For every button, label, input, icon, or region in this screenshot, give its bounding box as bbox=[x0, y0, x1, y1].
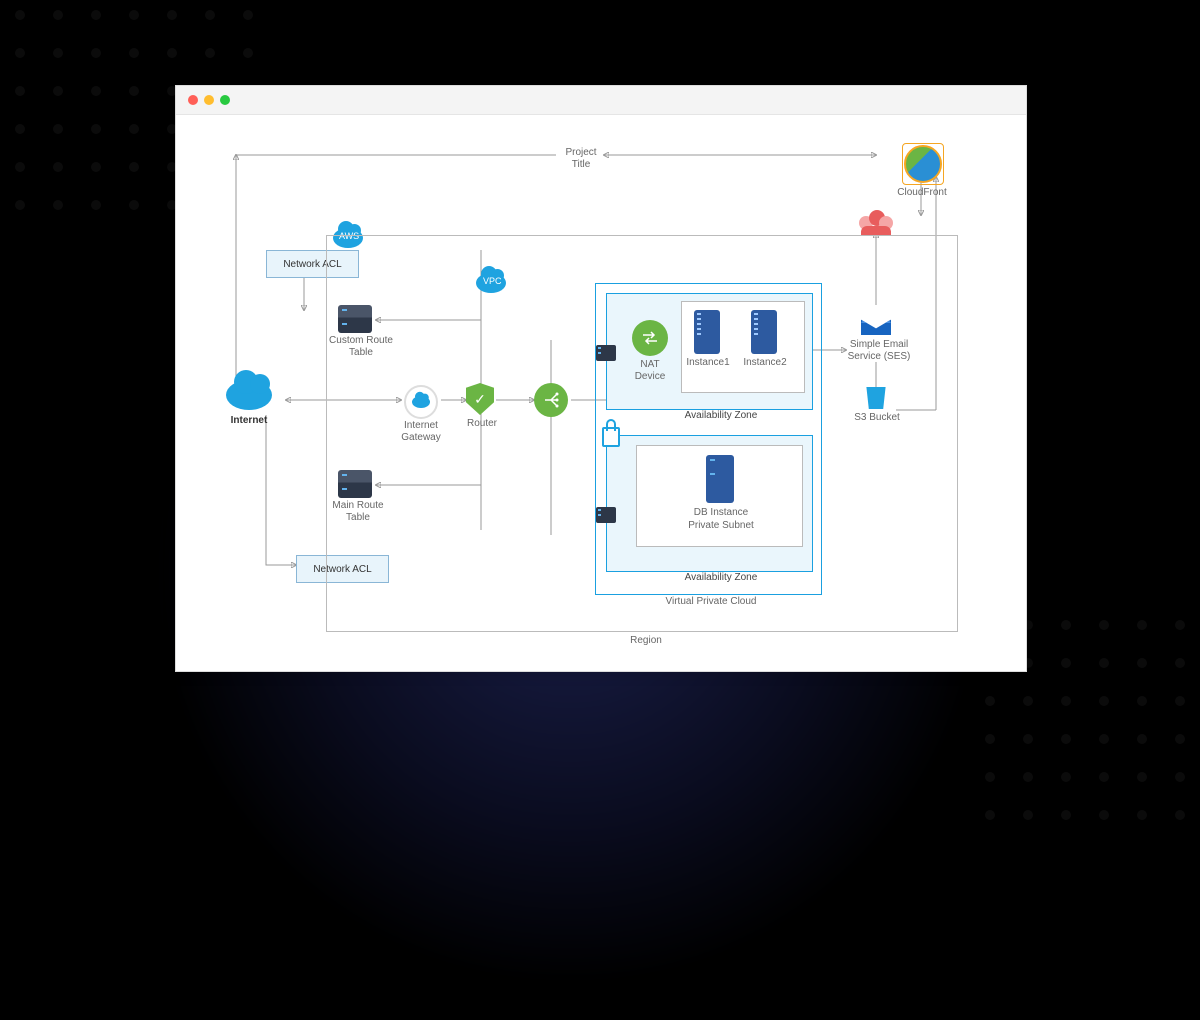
cloud-icon bbox=[226, 380, 272, 410]
nat-device-label: NAT Device bbox=[630, 359, 670, 383]
server-icon bbox=[751, 310, 777, 354]
diagram-canvas[interactable]: ProjectTitle CloudFront Internet AWS Net… bbox=[176, 115, 1026, 672]
load-balancer-icon bbox=[534, 383, 568, 417]
main-route-table-node[interactable] bbox=[338, 470, 372, 498]
az1-label: Availability Zone bbox=[676, 410, 766, 422]
custom-route-table-label: Custom Route Table bbox=[326, 335, 396, 359]
gateway-icon bbox=[404, 385, 438, 419]
lock-icon-node bbox=[602, 427, 620, 447]
globe-icon bbox=[904, 145, 942, 183]
server-icon bbox=[338, 470, 372, 498]
instance2-label: Instance2 bbox=[743, 357, 787, 369]
database-icon bbox=[706, 455, 734, 503]
users-node[interactable] bbox=[859, 210, 893, 236]
internet-label: Internet bbox=[224, 415, 274, 427]
internet-gateway-label: Internet Gateway bbox=[396, 420, 446, 444]
instance1-label: Instance1 bbox=[686, 357, 730, 369]
s3-bucket-node[interactable] bbox=[864, 387, 888, 409]
ses-node[interactable] bbox=[861, 313, 891, 335]
load-balancer-node[interactable] bbox=[534, 383, 568, 417]
server-icon bbox=[694, 310, 720, 354]
vpc-cloud-tag[interactable]: VPC bbox=[476, 273, 506, 293]
cloud-icon bbox=[412, 396, 430, 408]
nat-icon bbox=[632, 320, 668, 356]
s3-bucket-label: S3 Bucket bbox=[851, 412, 903, 424]
region-label: Region bbox=[616, 635, 676, 647]
db-instance-label: DB Instance bbox=[686, 507, 756, 519]
internet-gateway-node[interactable] bbox=[404, 385, 438, 419]
vpc-label: Virtual Private Cloud bbox=[661, 596, 761, 608]
db-instance-node[interactable] bbox=[706, 455, 734, 503]
project-title: ProjectTitle bbox=[556, 147, 606, 171]
nat-device-node[interactable] bbox=[632, 320, 668, 356]
server-icon bbox=[338, 305, 372, 333]
users-icon bbox=[859, 210, 893, 236]
cloudfront-node[interactable] bbox=[904, 145, 942, 183]
bucket-icon bbox=[864, 387, 888, 409]
router-node[interactable]: ✓ bbox=[466, 383, 494, 415]
cloudfront-label: CloudFront bbox=[894, 187, 950, 199]
subnet-server-1[interactable] bbox=[596, 345, 616, 361]
shield-icon: ✓ bbox=[466, 383, 494, 415]
window-minimize-icon[interactable] bbox=[204, 95, 214, 105]
custom-route-table-node[interactable] bbox=[338, 305, 372, 333]
az2-label: Availability Zone bbox=[676, 572, 766, 584]
lock-icon bbox=[602, 427, 620, 447]
subnet-server-2[interactable] bbox=[596, 507, 616, 523]
window-close-icon[interactable] bbox=[188, 95, 198, 105]
main-route-table-label: Main Route Table bbox=[328, 500, 388, 524]
instance-2[interactable] bbox=[751, 310, 777, 354]
server-icon bbox=[596, 345, 616, 361]
internet-node[interactable] bbox=[226, 380, 272, 410]
window-maximize-icon[interactable] bbox=[220, 95, 230, 105]
envelope-icon bbox=[861, 313, 891, 335]
app-window: ProjectTitle CloudFront Internet AWS Net… bbox=[175, 85, 1027, 672]
ses-label: Simple EmailService (SES) bbox=[844, 339, 914, 363]
private-subnet-label: Private Subnet bbox=[684, 520, 758, 532]
server-icon bbox=[596, 507, 616, 523]
router-label: Router bbox=[462, 418, 502, 430]
window-titlebar bbox=[176, 86, 1026, 115]
instance-1[interactable] bbox=[694, 310, 720, 354]
